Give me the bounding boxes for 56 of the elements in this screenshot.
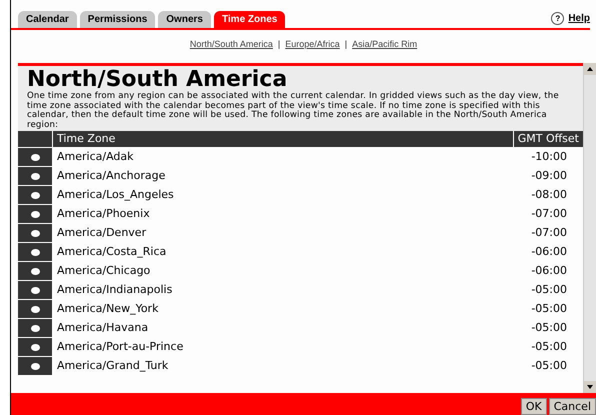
- radio-button[interactable]: [30, 344, 40, 351]
- radio-button[interactable]: [30, 172, 40, 180]
- link-separator: |: [278, 39, 280, 49]
- help-icon: ?: [551, 12, 564, 24]
- offset-cell-text: -05:00: [530, 301, 568, 318]
- radio-button[interactable]: [30, 192, 40, 199]
- time-zone-cell-text: America/Costa_Rica: [56, 244, 168, 260]
- tab[interactable]: Owners: [158, 11, 211, 28]
- cancel-button[interactable]: Cancel: [548, 398, 596, 415]
- offset-cell-text: -07:00: [530, 206, 568, 222]
- time-zone-cell-text: America/New_York: [56, 301, 160, 318]
- tab[interactable]: Time Zones: [214, 11, 286, 28]
- link-separator: |: [344, 39, 348, 49]
- column-header: GMT Offset: [512, 131, 583, 148]
- column-header: Time Zone: [52, 131, 513, 148]
- help-link[interactable]: Help: [568, 12, 590, 24]
- region-link[interactable]: Europe/Africa: [285, 39, 340, 49]
- time-zone-cell-text: America/Phoenix: [56, 206, 151, 222]
- time-zone-cell-text: America/Los_Angeles: [56, 187, 175, 204]
- scrollbar[interactable]: [583, 63, 596, 393]
- tab[interactable]: Calendar: [18, 11, 77, 28]
- offset-cell-text: -06:00: [530, 244, 568, 260]
- time-zone-cell-text: America/Grand_Turk: [56, 358, 170, 374]
- region-link[interactable]: North/South America: [190, 39, 273, 49]
- radio-button[interactable]: [30, 248, 40, 256]
- scroll-up-icon[interactable]: [584, 63, 596, 75]
- offset-cell-text: -05:00: [530, 339, 568, 356]
- offset-cell-text: -07:00: [530, 225, 568, 242]
- offset-cell-text: -05:00: [530, 320, 568, 336]
- radio-button[interactable]: [30, 324, 40, 332]
- time-zone-cell-text: America/Havana: [56, 320, 150, 336]
- time-zone-cell-text: America/Indianapolis: [56, 282, 174, 298]
- radio-button[interactable]: [30, 286, 40, 294]
- offset-cell-text: -08:00: [530, 187, 568, 204]
- offset-cell-text: -05:00: [530, 282, 568, 298]
- offset-cell-text: -10:00: [530, 149, 568, 166]
- offset-cell-text: -06:00: [530, 263, 568, 280]
- time-zone-cell-text: America/Port-au-Prince: [56, 339, 184, 356]
- scroll-down-icon[interactable]: [584, 381, 596, 393]
- radio-button[interactable]: [30, 154, 40, 161]
- radio-button[interactable]: [30, 268, 40, 275]
- region-link[interactable]: Asia/Pacific Rim: [352, 39, 418, 49]
- offset-cell-text: -09:00: [530, 168, 568, 184]
- radio-button[interactable]: [30, 306, 40, 313]
- description-text: One time zone from any region can be associated with the current calendar. In gridded views such as the day view, the time zone associated with the calendar becomes part of the view's time scale. If no time zone is specified with this calendar, then the default time zone will be used. The following time zones are available in the North/South America region:: [27, 92, 560, 130]
- radio-button[interactable]: [30, 210, 40, 218]
- time-zone-cell-text: America/Denver: [56, 225, 148, 242]
- offset-cell-text: -05:00: [530, 358, 568, 374]
- ok-button[interactable]: OK: [520, 398, 547, 415]
- time-zone-cell-text: America/Adak: [56, 149, 135, 166]
- time-zone-cell-text: America/Chicago: [56, 263, 152, 280]
- radio-button[interactable]: [30, 362, 40, 370]
- tab[interactable]: Permissions: [80, 11, 156, 28]
- region-heading: North/South America: [27, 68, 288, 92]
- radio-button[interactable]: [30, 230, 40, 237]
- time-zone-cell-text: America/Anchorage: [56, 168, 166, 184]
